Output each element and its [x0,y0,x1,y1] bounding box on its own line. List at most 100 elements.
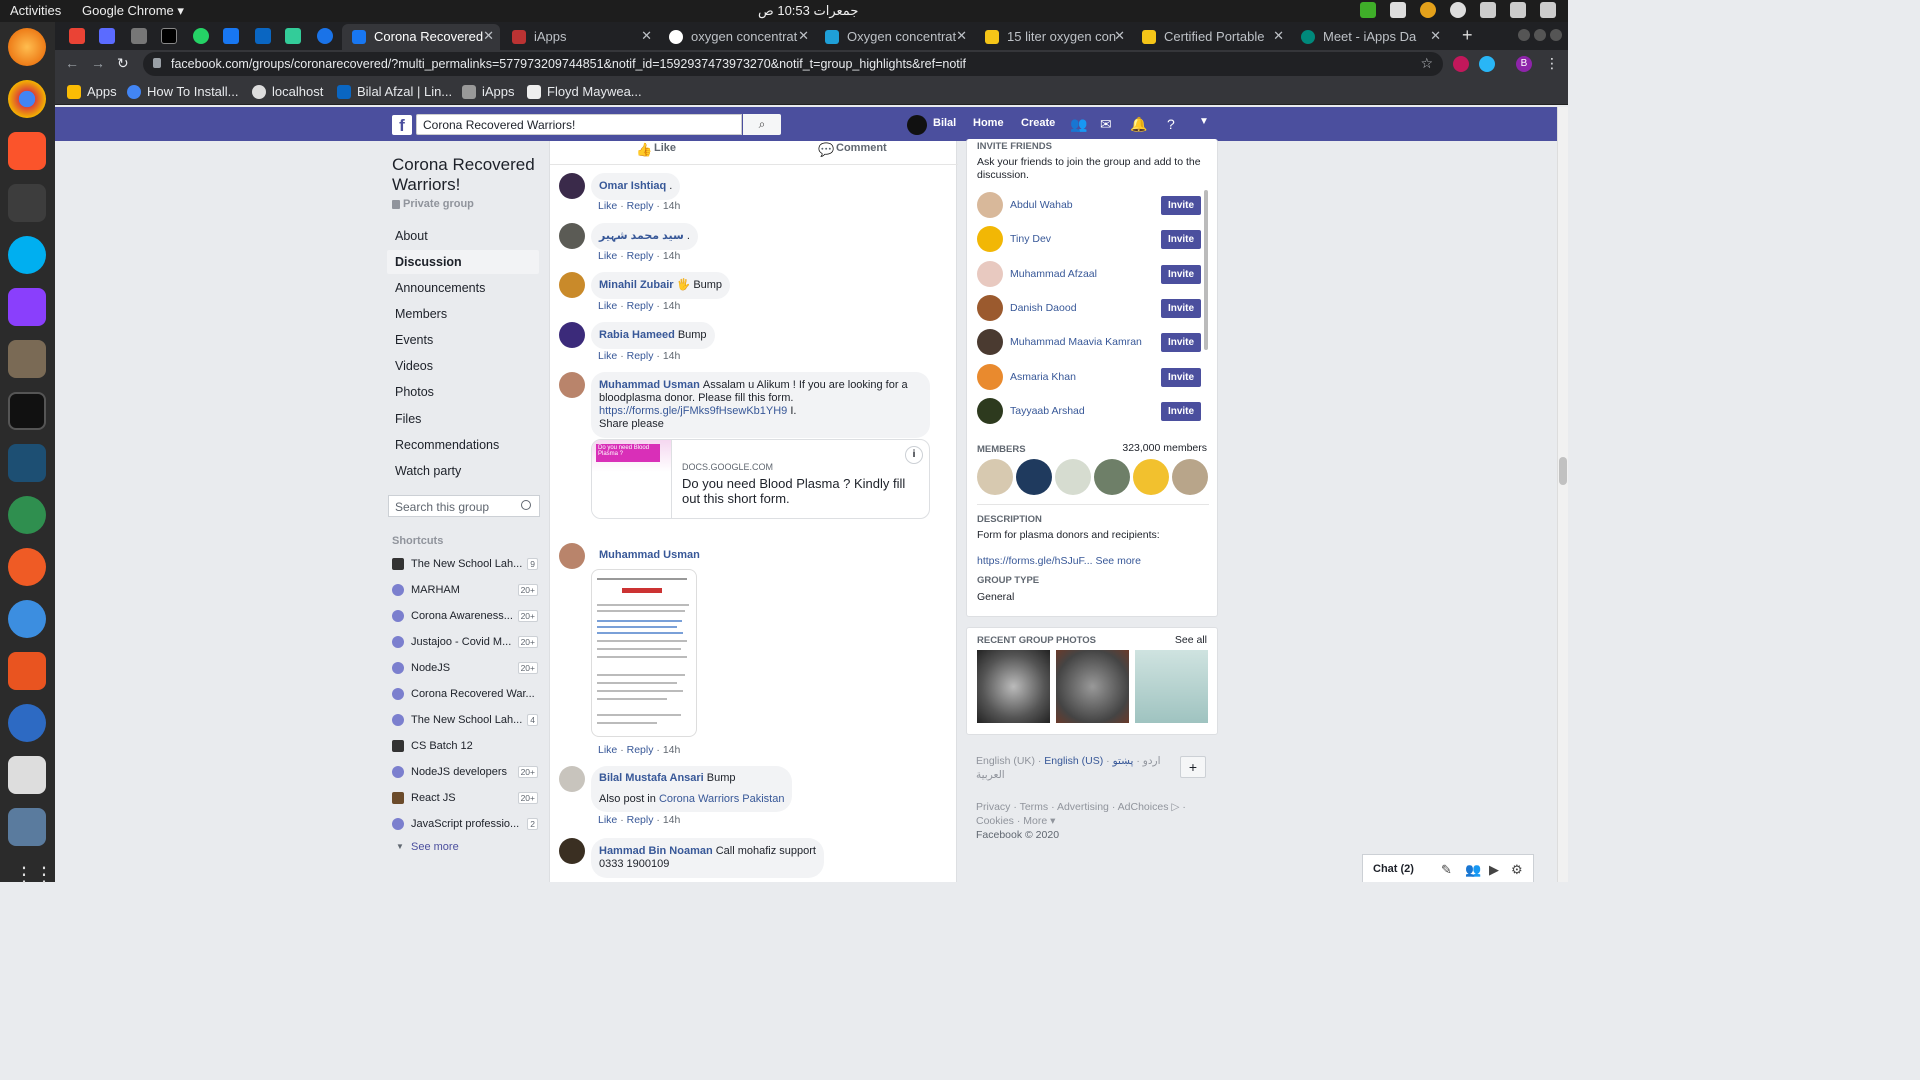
brave-icon[interactable] [8,132,46,170]
member-avatar[interactable] [977,459,1013,495]
avatar[interactable] [977,226,1003,252]
avatar[interactable] [559,272,585,298]
comment-author[interactable]: Hammad Bin Noaman [599,845,713,857]
tab-certified-portable[interactable]: Certified Portable ✕ [1132,24,1290,50]
group-nav-events[interactable]: Events [387,328,539,352]
pinned-tab-icon[interactable] [285,28,301,44]
comment-reply-link[interactable]: Reply [627,814,654,826]
facebook-pinned-tab-icon[interactable] [223,28,239,44]
more-languages-button[interactable]: + [1180,756,1206,778]
group-nav-announcements[interactable]: Announcements [387,276,539,300]
avatar[interactable] [977,192,1003,218]
tab-oxygen-concentrator[interactable]: Oxygen concentrat ✕ [815,24,973,50]
description-link[interactable]: https://forms.gle/hSJuF... [977,555,1093,567]
pinned-tab-icon[interactable] [99,28,115,44]
comment-time[interactable]: 14h [663,744,681,756]
facebook-search-input[interactable]: Corona Recovered Warriors! [416,114,742,135]
friend-name[interactable]: Asmaria Khan [1010,371,1076,383]
members-count-link[interactable]: 323,000 members [1122,442,1207,455]
friend-name[interactable]: Abdul Wahab [1010,199,1073,211]
invite-button[interactable]: Invite [1161,402,1201,421]
slack-tray-icon[interactable] [1390,2,1406,18]
comment-image[interactable] [591,569,697,737]
group-photo[interactable] [1056,650,1129,723]
group-photo[interactable] [977,650,1050,723]
tab-iapps[interactable]: iApps ✕ [502,24,658,50]
facebook-logo-icon[interactable]: f [392,115,412,135]
avatar[interactable] [977,398,1003,424]
link-preview-card[interactable]: Do you need Blood Plasma ? DOCS.GOOGLE.C… [591,439,930,519]
account-menu-chevron-icon[interactable]: ▼ [1199,116,1215,132]
extension-icon[interactable] [1479,56,1495,72]
group-nav-recommendations[interactable]: Recommendations [387,433,539,457]
close-tab-icon[interactable]: ✕ [1273,28,1284,44]
thunderbird-icon[interactable] [8,704,46,742]
bookmark-localhost[interactable]: localhost [252,84,323,99]
home-link[interactable]: Home [973,117,1004,129]
comment-reply-link[interactable]: Reply [627,744,654,756]
comment-time[interactable]: 14h [663,350,681,362]
footer-cookies[interactable]: Cookies [976,815,1014,827]
friend-name[interactable]: Danish Daood [1010,302,1077,314]
comment-author[interactable]: Muhammad Usman [599,379,700,391]
group-search-input[interactable]: Search this group [388,495,540,517]
shortcut-item[interactable]: MARHAM 20+ [392,580,542,600]
forward-icon[interactable]: → [91,55,105,71]
footer-privacy[interactable]: Privacy [976,801,1010,813]
comment-time[interactable]: 14h [663,300,681,312]
tab-meet[interactable]: Meet - iApps Da ✕ [1291,24,1447,50]
comment-like-link[interactable]: Like [598,250,617,262]
group-nav-watch-party[interactable]: Watch party [387,459,539,483]
invite-button[interactable]: Invite [1161,299,1201,318]
group-nav-videos[interactable]: Videos [387,354,539,378]
shortcut-item[interactable]: React JS 20+ [392,788,542,808]
shortcut-item[interactable]: Corona Awareness... 20+ [392,606,542,626]
chat-label[interactable]: Chat (2) [1373,863,1414,875]
chrome-tray-icon[interactable] [1420,2,1436,18]
see-more-link[interactable]: See more [1095,555,1141,567]
profile-link[interactable]: Bilal [933,117,956,129]
clock[interactable]: جمعرات 10:53 ص [758,3,858,19]
firefox-icon[interactable] [8,28,46,66]
invite-button[interactable]: Invite [1161,230,1201,249]
invite-button[interactable]: Invite [1161,368,1201,387]
bookmark-floyd[interactable]: Floyd Maywea... [527,84,642,99]
close-tab-icon[interactable]: ✕ [1114,28,1125,44]
app-menu[interactable]: Google Chrome ▾ [82,3,184,19]
tab-15-liter[interactable]: 15 liter oxygen con ✕ [975,24,1131,50]
shortcut-item[interactable]: The New School Lah... 9 [392,554,542,574]
lock-icon[interactable] [153,58,161,68]
profile-avatar[interactable]: B [1516,56,1532,72]
slack-icon[interactable] [8,184,46,222]
group-nav-about[interactable]: About [387,224,539,248]
pinned-tab-icon[interactable] [131,28,147,44]
shortcut-item[interactable]: NodeJS 20+ [392,658,542,678]
shortcut-item[interactable]: NodeJS developers 20+ [392,762,542,782]
avatar[interactable] [559,838,585,864]
bookmark-how-to-install[interactable]: How To Install... [127,84,239,99]
invite-button[interactable]: Invite [1161,333,1201,352]
software-center-icon[interactable] [8,652,46,690]
shield-check-icon[interactable] [1360,2,1376,18]
gmail-pinned-tab-icon[interactable] [69,28,85,44]
comment-reply-link[interactable]: Reply [627,200,654,212]
close-tab-icon[interactable]: ✕ [483,28,494,44]
shortcut-item[interactable]: Justajoo - Covid M... 20+ [392,632,542,652]
chat-settings-gear-icon[interactable]: ⚙ [1511,862,1523,878]
comment-time[interactable]: 14h [663,814,681,826]
group-nav-discussion[interactable]: Discussion [387,250,539,274]
whatsapp-pinned-tab-icon[interactable] [193,28,209,44]
avatar[interactable] [559,543,585,569]
avatar[interactable] [559,766,585,792]
member-avatar[interactable] [1016,459,1052,495]
address-bar[interactable]: facebook.com/groups/coronarecovered/?mul… [143,52,1443,76]
back-icon[interactable]: ← [65,55,79,71]
wifi-icon[interactable] [1480,2,1496,18]
language-english-uk[interactable]: English (UK) [976,755,1035,767]
comment-author[interactable]: Rabia Hameed [599,329,675,341]
notifications-bell-icon[interactable]: 🔔 [1130,116,1147,132]
friend-requests-icon[interactable]: 👥 [1070,116,1087,132]
info-icon[interactable]: i [905,446,923,464]
comment-time[interactable]: 14h [663,250,681,262]
friend-name[interactable]: Tiny Dev [1010,233,1051,245]
